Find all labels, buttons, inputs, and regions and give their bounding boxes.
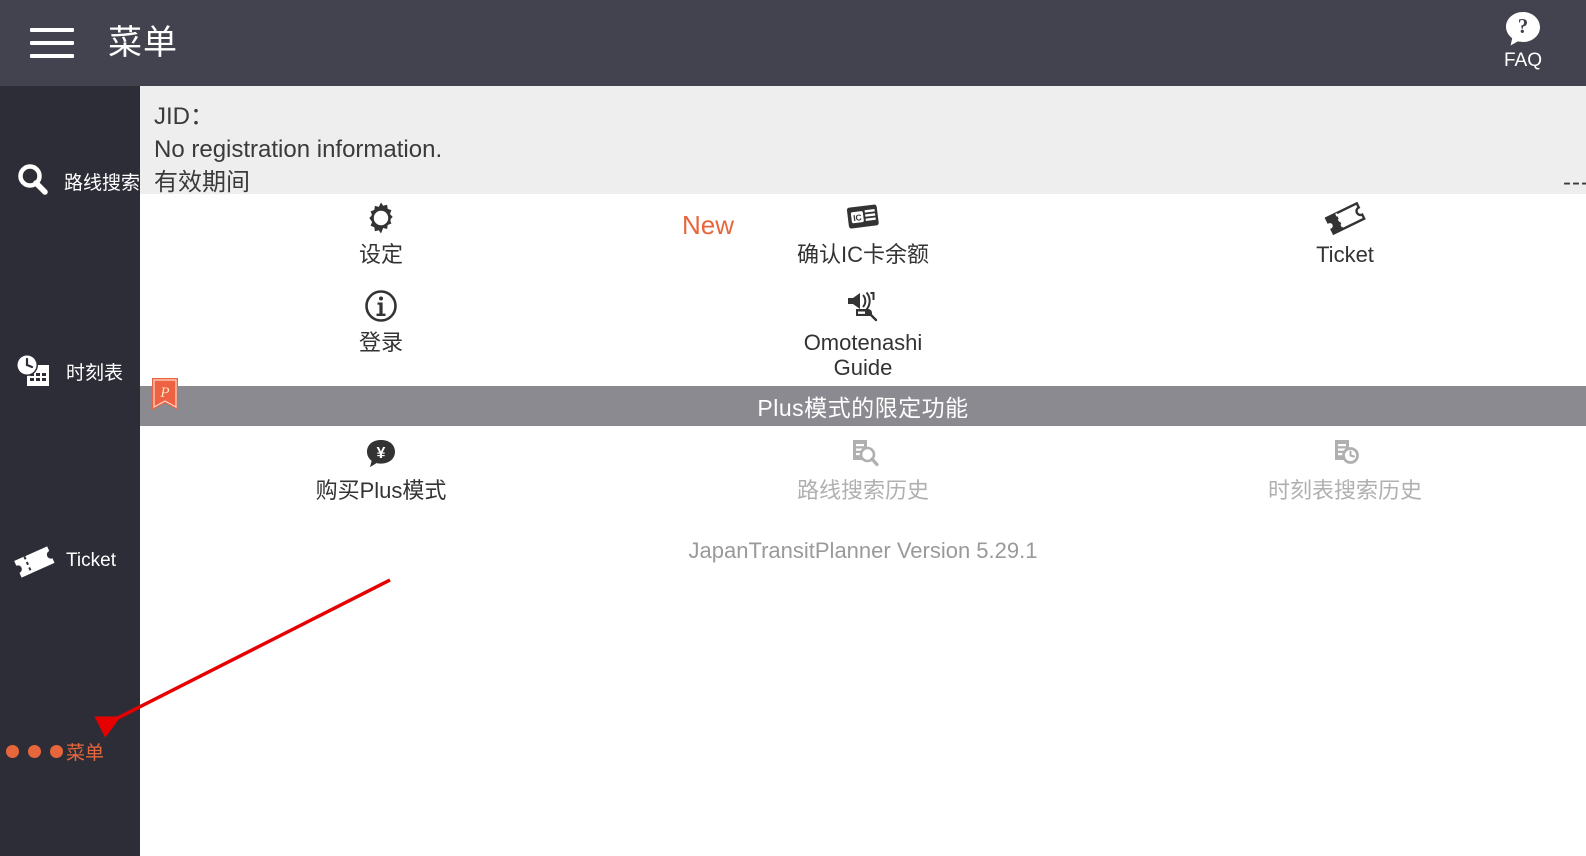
dot — [5, 744, 19, 758]
menu-tile-ic-balance[interactable]: IC 确认IC卡余额 New — [622, 194, 1104, 282]
ticket-icon — [1322, 198, 1368, 238]
search-icon — [8, 161, 58, 201]
menu-grid-row-2: 登录 Omotenashi Guide — [140, 282, 1586, 386]
timetable-history-icon — [1327, 434, 1363, 474]
menu-tile-settings[interactable]: 设定 — [140, 194, 622, 282]
more-dots-icon — [5, 744, 63, 758]
menu-tile-omotenashi-guide[interactable]: Omotenashi Guide — [622, 282, 1104, 386]
svg-text:P: P — [159, 385, 169, 401]
plus-mode-banner-label: Plus模式的限定功能 — [757, 395, 969, 421]
menu-tile-route-history: 路线搜索历史 — [622, 426, 1104, 514]
route-history-icon — [845, 434, 881, 474]
app-header: 菜单 ? FAQ — [0, 0, 1586, 86]
svg-text:¥: ¥ — [377, 445, 386, 462]
yen-bubble-icon: ¥ — [364, 434, 398, 474]
sidebar-item-label: 菜单 — [66, 742, 105, 764]
question-bubble-icon: ? — [1484, 6, 1562, 52]
sidebar-item-route-search[interactable]: 路线搜索 — [0, 136, 140, 226]
hamburger-bar — [30, 54, 74, 58]
menu-tile-label: 购买Plus模式 — [315, 478, 447, 503]
sidebar-item-ticket[interactable]: Ticket — [0, 516, 140, 606]
svg-text:?: ? — [1518, 14, 1529, 38]
plus-ribbon-icon: P — [152, 378, 178, 416]
ic-card-icon: IC — [844, 198, 882, 238]
sidebar-item-timetable[interactable]: 时刻表 — [0, 326, 140, 416]
hamburger-icon[interactable] — [30, 28, 74, 58]
menu-tile-label: Ticket — [1316, 242, 1374, 267]
menu-tile-empty — [1104, 282, 1586, 386]
account-info-panel: JID： No registration information. 有效期间 -… — [140, 86, 1586, 196]
jid-label: JID： — [154, 103, 214, 130]
menu-tile-label: Omotenashi Guide — [803, 330, 923, 380]
ticket-icon — [8, 541, 60, 581]
menu-grid-plus-row: ¥ 购买Plus模式 路线搜索历史 时刻表搜索历史 — [140, 426, 1586, 514]
app-root: 菜单 ? FAQ 路线搜索 时刻表 Ticket 菜单 JID： No regi… — [0, 0, 1586, 856]
menu-tile-ticket[interactable]: Ticket — [1104, 194, 1586, 282]
dot — [49, 744, 63, 758]
menu-tile-label: 设定 — [358, 242, 403, 267]
svg-text:IC: IC — [853, 212, 863, 223]
dot — [27, 744, 41, 758]
gear-icon — [363, 198, 399, 238]
info-circle-icon — [363, 286, 399, 326]
plus-mode-banner: P Plus模式的限定功能 — [140, 378, 1586, 426]
audio-guide-icon — [842, 286, 884, 326]
page-title: 菜单 — [108, 24, 178, 62]
sidebar-item-menu[interactable]: 菜单 — [0, 706, 140, 796]
sidebar-item-label: 路线搜索 — [63, 172, 140, 194]
new-badge: New — [682, 210, 735, 240]
menu-grid-row-1: 设定 IC 确认IC卡余额 New Ticket — [140, 194, 1586, 282]
menu-tile-label: 确认IC卡余额 — [796, 242, 929, 267]
menu-tile-label: 登录 — [358, 330, 403, 355]
app-version: JapanTransitPlanner Version 5.29.1 — [688, 538, 1038, 563]
registration-status: No registration information. — [154, 136, 443, 163]
menu-tile-timetable-history: 时刻表搜索历史 — [1104, 426, 1586, 514]
faq-button[interactable]: ? FAQ — [1484, 6, 1562, 72]
menu-tile-login[interactable]: 登录 — [140, 282, 622, 386]
hamburger-bar — [30, 28, 74, 32]
hamburger-bar — [30, 41, 74, 45]
sidebar-item-label: Ticket — [66, 550, 116, 571]
timetable-clock-icon — [8, 351, 60, 391]
menu-tile-buy-plus[interactable]: ¥ 购买Plus模式 — [140, 426, 622, 514]
menu-tile-label: 时刻表搜索历史 — [1267, 478, 1422, 503]
sidebar-item-label: 时刻表 — [66, 362, 124, 384]
faq-label: FAQ — [1503, 50, 1542, 71]
main-content: JID： No registration information. 有效期间 -… — [140, 86, 1586, 856]
sidebar: 路线搜索 时刻表 Ticket 菜单 — [0, 86, 140, 856]
menu-tile-label: 路线搜索历史 — [796, 478, 929, 503]
valid-period-label: 有效期间 — [154, 169, 250, 196]
